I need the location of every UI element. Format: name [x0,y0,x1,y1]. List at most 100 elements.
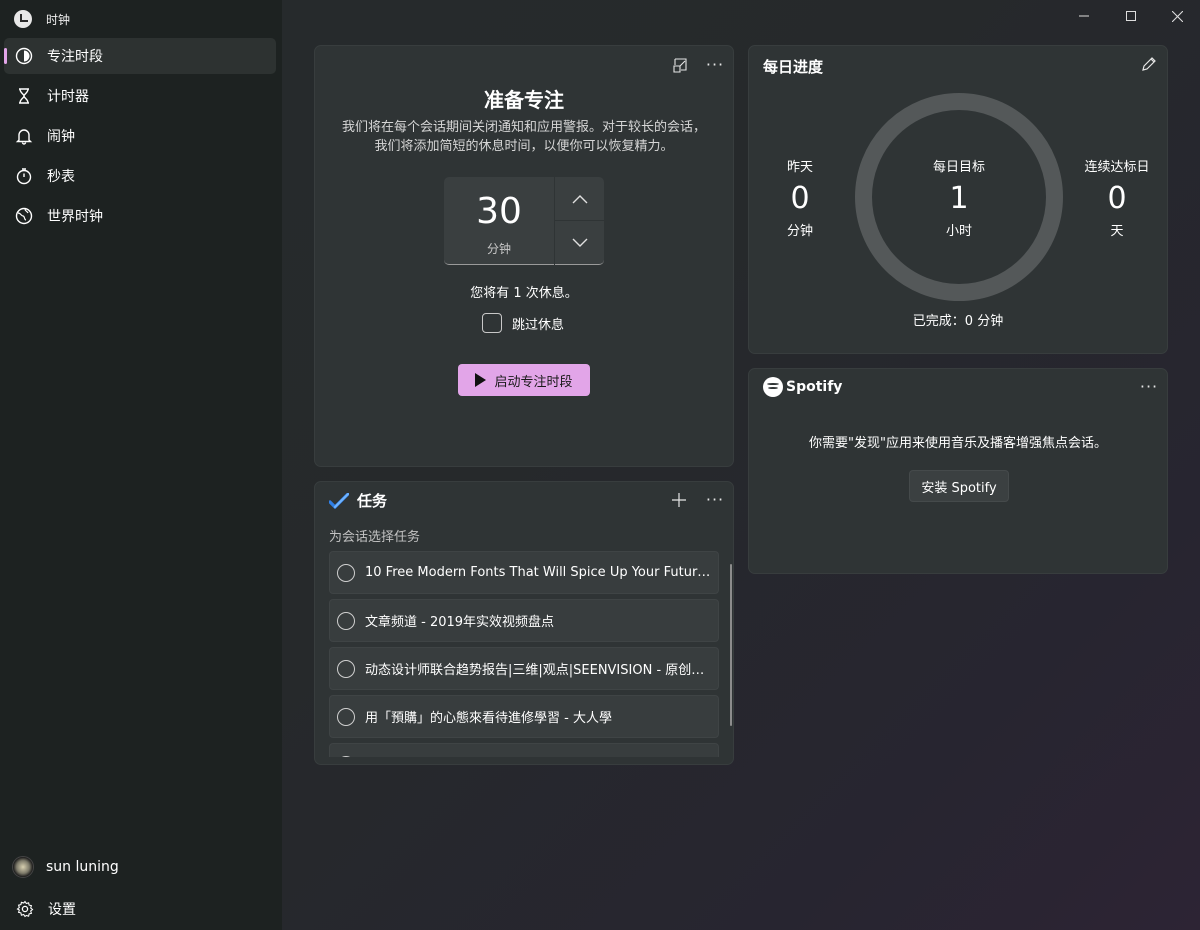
streak-unit: 天 [1110,224,1124,239]
task-title: 文章频道 - 2019年实效视频盘点 [365,615,555,630]
minutes-unit: 分钟 [486,242,511,256]
daily-progress-card: 每日进度 昨天 0 分钟 每日目标 1 小时 连续达标日 0 天 已完成：0 分… [748,45,1168,354]
spotify-icon [763,377,783,397]
sidebar: 时钟 专注时段 计时器 闹钟 秒表 世界时钟 sun luning 设置 [0,0,282,930]
tasks-subtitle: 为会话选择任务 [329,530,421,545]
streak-value: 0 [1107,181,1127,216]
compact-view-button[interactable] [670,55,690,75]
task-radio[interactable] [337,563,355,582]
nav-item-label: 世界时钟 [47,209,103,225]
start-focus-button[interactable]: 启动专注时段 [458,364,590,396]
chevron-down-icon [572,238,587,247]
minutes-value[interactable]: 30 [444,191,554,232]
goal-label: 每日目标 [932,160,985,175]
more-icon: ··· [1139,377,1159,396]
more-icon: ··· [705,490,725,509]
more-icon: ··· [705,55,725,74]
add-task-button[interactable] [669,490,689,510]
nav-item-label: 计时器 [47,89,89,105]
tasks-title: 任务 [357,492,388,510]
task-radio[interactable] [337,755,355,757]
yesterday-unit: 分钟 [786,224,813,239]
plus-icon [672,493,686,507]
yesterday-stat: 昨天 0 分钟 [765,156,835,239]
minutes-stepper[interactable]: 30 分钟 [444,177,604,265]
decrease-minutes-button[interactable] [555,221,604,264]
clock-app-icon [14,10,32,28]
task-list: 10 Free Modern Fonts That Will Spice Up … [329,551,719,757]
edit-goal-button[interactable] [1139,54,1159,74]
checkbox-box[interactable] [482,313,502,333]
avatar [12,856,34,878]
app-title: 时钟 [46,12,71,27]
maximize-button[interactable] [1121,6,1141,26]
nav-item-focus[interactable]: 专注时段 [4,38,276,74]
completed-text: 已完成：0 分钟 [912,314,1004,329]
spotify-brand: Spotify [786,379,843,395]
task-item[interactable]: 10 Free Modern Fonts That Will Spice Up … [329,551,719,594]
pencil-icon [1142,57,1156,71]
spotify-card: Spotify ··· 你需要"发现"应用来使用音乐及播客增强焦点会话。 安装 … [748,368,1168,574]
spotify-message: 你需要"发现"应用来使用音乐及播客增强焦点会话。 [809,436,1107,451]
nav-item-label: 秒表 [47,169,75,185]
skip-breaks-label: 跳过休息 [512,317,565,333]
stopwatch-icon [16,168,32,185]
focus-icon [15,47,33,65]
more-options-button[interactable]: ··· [705,55,725,75]
increase-minutes-button[interactable] [555,177,604,220]
task-list-scrollbar[interactable] [730,564,732,726]
play-icon [475,373,487,387]
breaks-info: 您将有 1 次休息。 [470,286,578,301]
nav-item-label: 专注时段 [47,49,103,65]
skip-breaks-checkbox[interactable]: 跳过休息 [482,313,564,333]
close-icon [1171,10,1183,22]
settings-button[interactable]: 设置 [16,898,76,920]
maximize-icon [1126,11,1136,21]
yesterday-label: 昨天 [786,160,813,175]
focus-description: 我们将在每个会话期间关闭通知和应用警报。对于较长的会话，我们将添加简短的休息时间… [341,120,706,154]
progress-title: 每日进度 [763,58,824,76]
tasks-header: 任务 [329,490,387,511]
nav-item-alarm[interactable]: 闹钟 [4,118,276,154]
install-spotify-button[interactable]: 安装 Spotify [909,470,1009,502]
start-focus-label: 启动专注时段 [494,374,573,390]
task-radio[interactable] [337,611,355,630]
daily-goal-stat: 每日目标 1 小时 [909,156,1009,239]
focus-title: 准备专注 [484,88,564,112]
hourglass-icon [19,88,29,104]
tasks-card: 任务 ··· 为会话选择任务 10 Free Modern Fonts That… [314,481,734,765]
bell-icon [15,129,33,145]
nav-item-stopwatch[interactable]: 秒表 [4,158,276,194]
chevron-up-icon [572,194,587,203]
nav-item-label: 闹钟 [47,129,75,145]
minimize-icon [1079,15,1089,17]
nav-item-world-clock[interactable]: 世界时钟 [4,198,276,234]
nav-item-timer[interactable]: 计时器 [4,78,276,114]
task-item[interactable]: 动态设计师联合趋势报告|三维|观点|SEENVISION - 原创作品 [329,647,719,690]
settings-label: 设置 [48,902,76,918]
goal-unit: 小时 [945,224,972,239]
task-item[interactable]: 文章频道 - 2019年实效视频盘点 [329,599,719,642]
pop-out-icon [672,57,687,73]
close-button[interactable] [1167,6,1187,26]
todo-check-icon [329,492,349,509]
focus-session-card: ··· 准备专注 我们将在每个会话期间关闭通知和应用警报。对于较长的会话，我们将… [314,45,734,467]
task-radio[interactable] [337,659,355,678]
tasks-more-button[interactable]: ··· [705,490,725,510]
yesterday-value: 0 [790,181,810,216]
nav-list: 专注时段 计时器 闹钟 秒表 世界时钟 [4,38,276,238]
task-radio[interactable] [337,707,355,726]
user-account[interactable]: sun luning [12,856,119,878]
app-title-bar: 时钟 [14,9,70,29]
goal-value: 1 [949,181,969,216]
task-item[interactable]: 用「預購」的心態來看待進修學習 - 大人學 [329,695,719,738]
user-name: sun luning [46,859,119,875]
gear-icon [16,900,34,918]
streak-stat: 连续达标日 0 天 [1075,156,1159,239]
task-title: 动态设计师联合趋势报告|三维|观点|SEENVISION - 原创作品 [365,663,713,678]
minimize-button[interactable] [1074,6,1094,26]
task-title: 用「預購」的心態來看待進修學習 - 大人學 [365,711,612,726]
streak-label: 连续达标日 [1084,160,1150,175]
task-item[interactable] [329,743,719,757]
spotify-more-button[interactable]: ··· [1139,377,1159,397]
